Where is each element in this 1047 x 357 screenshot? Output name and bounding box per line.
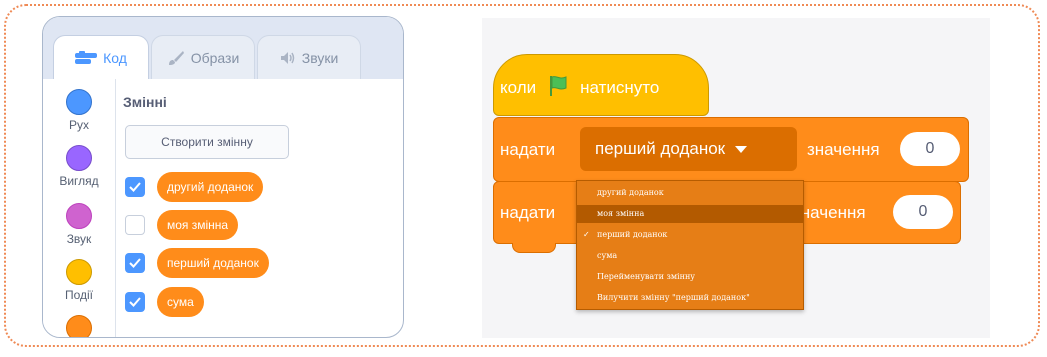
- value-input[interactable]: 0: [893, 195, 953, 229]
- tab-sounds-label: Звуки: [301, 49, 339, 66]
- category-variables[interactable]: [43, 315, 115, 337]
- rename-variable-item[interactable]: Перейменувати змінну: [577, 268, 803, 286]
- variable-dropdown[interactable]: перший доданок: [580, 127, 797, 171]
- variable-row: моя змінна: [125, 209, 239, 241]
- blocks-palette-panel: Код Образи Звуки Рух Вигляд Звук Події З…: [42, 16, 404, 338]
- variable-reporter[interactable]: перший доданок: [157, 248, 269, 278]
- menu-item[interactable]: сума: [577, 247, 803, 265]
- variable-checkbox[interactable]: [125, 292, 145, 312]
- events-color-dot: [66, 259, 92, 285]
- value-label: значення: [807, 140, 880, 159]
- looks-color-dot: [66, 145, 92, 171]
- tab-costumes[interactable]: Образи: [151, 35, 255, 79]
- category-sound[interactable]: Звук: [43, 203, 115, 246]
- variable-checkbox[interactable]: [125, 215, 145, 235]
- speaker-icon: [280, 51, 296, 65]
- variable-dropdown-label: перший доданок: [595, 139, 726, 158]
- variable-row: перший доданок: [125, 247, 269, 279]
- hat-block-content: коли натиснуто: [500, 72, 659, 104]
- category-motion-label: Рух: [68, 118, 89, 132]
- brush-icon: [167, 50, 185, 66]
- variable-dropdown-menu: другий доданок моя змінна ✓ перший додан…: [576, 180, 804, 310]
- category-events[interactable]: Події: [43, 259, 115, 302]
- menu-item[interactable]: другий доданок: [577, 184, 803, 202]
- code-icon: [75, 50, 98, 65]
- editor-tabs: Код Образи Звуки: [43, 17, 403, 79]
- category-list: Рух Вигляд Звук Події: [43, 79, 116, 337]
- tab-code-label: Код: [103, 49, 127, 66]
- menu-item-label: перший доданок: [597, 230, 668, 239]
- dropdown-arrow-icon: [735, 139, 748, 159]
- tab-code[interactable]: Код: [53, 35, 149, 79]
- green-flag-icon: [546, 74, 570, 103]
- delete-variable-item[interactable]: Вилучити змінну "перший доданок": [577, 289, 803, 307]
- category-looks[interactable]: Вигляд: [43, 145, 115, 188]
- palette-title: Змінні: [123, 94, 167, 110]
- sound-color-dot: [66, 203, 92, 229]
- set-block-text: надати: [500, 203, 556, 222]
- variable-reporter[interactable]: моя змінна: [157, 210, 239, 240]
- set-block-text: надати: [500, 140, 556, 159]
- variables-color-dot: [66, 315, 92, 337]
- block-notch: [512, 243, 556, 253]
- variable-reporter[interactable]: другий доданок: [157, 172, 264, 202]
- variable-row: сума: [125, 286, 204, 318]
- value-input[interactable]: 0: [900, 132, 960, 166]
- variable-checkbox[interactable]: [125, 253, 145, 273]
- category-events-label: Події: [64, 288, 94, 302]
- variable-row: другий доданок: [125, 171, 264, 203]
- check-icon: ✓: [583, 230, 590, 239]
- variable-checkbox[interactable]: [125, 177, 145, 197]
- motion-color-dot: [66, 89, 92, 115]
- menu-item[interactable]: моя змінна: [577, 205, 803, 223]
- make-variable-button[interactable]: Створити змінну: [125, 125, 289, 159]
- variable-reporter[interactable]: сума: [157, 287, 204, 317]
- hat-when-text: коли: [500, 78, 537, 97]
- hat-clicked-text: натиснуто: [580, 78, 660, 97]
- tab-costumes-label: Образи: [190, 49, 240, 66]
- category-looks-label: Вигляд: [59, 174, 99, 188]
- category-sound-label: Звук: [66, 232, 92, 246]
- menu-item-selected[interactable]: ✓ перший доданок: [577, 226, 803, 244]
- category-motion[interactable]: Рух: [43, 89, 115, 132]
- tab-sounds[interactable]: Звуки: [257, 35, 361, 79]
